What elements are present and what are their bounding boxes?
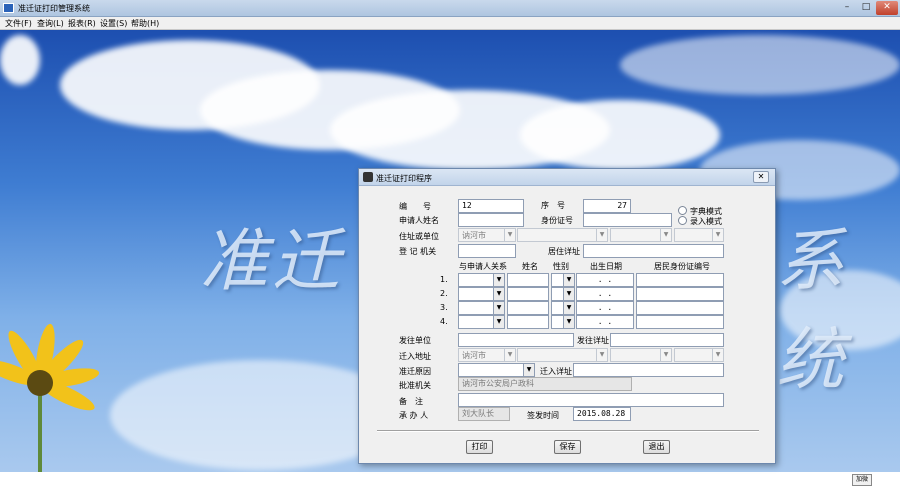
registry-field[interactable]: [458, 244, 516, 258]
address-district-select[interactable]: ▼: [517, 228, 608, 242]
menu-file[interactable]: 文件(F): [5, 18, 32, 29]
gender-select[interactable]: ▼: [551, 301, 575, 315]
birthdate-field[interactable]: . .: [576, 273, 634, 287]
relation-select[interactable]: ▼: [458, 301, 505, 315]
col-id-number: 居民身份证编号: [654, 262, 710, 271]
col-name: 姓名: [522, 262, 538, 271]
row-number: 2.: [440, 289, 448, 298]
move-in-town-select[interactable]: ▼: [610, 348, 672, 362]
address-village-select[interactable]: ▼: [674, 228, 724, 242]
dialog-title-bar: 准迁证打印程序 ✕: [359, 169, 775, 186]
col-birthdate: 出生日期: [590, 262, 622, 271]
move-in-district-select[interactable]: ▼: [517, 348, 608, 362]
issue-time-label: 签发时间: [527, 411, 559, 420]
close-button[interactable]: ✕: [876, 1, 898, 15]
reason-select[interactable]: ▼: [458, 363, 535, 377]
handler-field[interactable]: 刘大队长: [458, 407, 510, 421]
registry-label: 登 记 机关: [399, 247, 437, 256]
gender-select[interactable]: ▼: [551, 287, 575, 301]
relation-select[interactable]: ▼: [458, 287, 505, 301]
dict-mode-radio[interactable]: [678, 206, 687, 215]
exit-button[interactable]: 退出: [643, 440, 670, 454]
col-relation: 与申请人关系: [459, 262, 507, 271]
address-city-select[interactable]: 讷河市 ▼: [458, 228, 516, 242]
remarks-label: 备 注: [399, 397, 423, 406]
birthdate-field[interactable]: . .: [576, 301, 634, 315]
print-dialog: 准迁证打印程序 ✕ 编 号 12 序 号 27 字典模式 录入模式 申请人姓名 …: [358, 168, 776, 464]
xuhao-field[interactable]: 27: [583, 199, 631, 213]
move-in-detail-field[interactable]: [573, 363, 724, 377]
member-id-field[interactable]: [636, 287, 724, 301]
save-button[interactable]: 保存: [554, 440, 581, 454]
origin-unit-label: 发往单位: [399, 336, 431, 345]
minimize-button[interactable]: –: [838, 1, 856, 15]
row-number: 3.: [440, 303, 448, 312]
applicant-name-field[interactable]: [458, 213, 524, 227]
background-title-left: 准迁: [200, 222, 345, 301]
reason-label: 准迁原因: [399, 367, 431, 376]
dialog-title: 准迁证打印程序: [376, 174, 432, 183]
menu-help[interactable]: 帮助(H): [131, 18, 159, 29]
member-name-field[interactable]: [507, 301, 549, 315]
input-mode-label: 录入模式: [690, 217, 722, 226]
col-gender: 性别: [553, 262, 569, 271]
approval-label: 批准机关: [399, 381, 431, 390]
move-in-village-select[interactable]: ▼: [674, 348, 724, 362]
bianhao-label: 编 号: [399, 202, 431, 211]
relation-select[interactable]: ▼: [458, 273, 505, 287]
background-title-right: 系统: [776, 222, 849, 400]
main-window-title: 准迁证打印管理系统: [18, 4, 90, 13]
applicant-name-label: 申请人姓名: [399, 216, 439, 225]
printer-icon: [363, 172, 373, 182]
member-id-field[interactable]: [636, 315, 724, 329]
relation-select[interactable]: ▼: [458, 315, 505, 329]
id-number-label: 身份证号: [541, 216, 573, 225]
gender-select[interactable]: ▼: [551, 315, 575, 329]
status-indicator: 加微: [852, 474, 872, 486]
main-title-bar: 准迁证打印管理系统 – □ ✕: [0, 0, 900, 17]
member-name-field[interactable]: [507, 315, 549, 329]
xuhao-label: 序 号: [541, 201, 565, 210]
app-icon: [3, 3, 14, 13]
residence-detail-field[interactable]: [583, 244, 724, 258]
maximize-button[interactable]: □: [857, 1, 875, 15]
divider: [377, 430, 759, 432]
member-id-field[interactable]: [636, 301, 724, 315]
move-in-detail-label: 迁入详址: [540, 367, 572, 376]
member-name-field[interactable]: [507, 287, 549, 301]
move-in-city-select[interactable]: 讷河市 ▼: [458, 348, 516, 362]
address-town-select[interactable]: ▼: [610, 228, 672, 242]
menu-bar: 文件(F) 查询(L) 报表(R) 设置(S) 帮助(H): [0, 17, 900, 30]
origin-detail-label: 发往详址: [577, 336, 609, 345]
move-in-label: 迁入地址: [399, 352, 431, 361]
handler-label: 承 办 人: [399, 411, 429, 420]
id-number-field[interactable]: [583, 213, 672, 227]
birthdate-field[interactable]: . .: [576, 315, 634, 329]
origin-detail-field[interactable]: [610, 333, 724, 347]
print-button[interactable]: 打印: [466, 440, 493, 454]
input-mode-radio[interactable]: [678, 216, 687, 225]
dialog-close-button[interactable]: ✕: [753, 171, 769, 183]
member-id-field[interactable]: [636, 273, 724, 287]
bianhao-field[interactable]: 12: [458, 199, 524, 213]
row-number: 1.: [440, 275, 448, 284]
residence-detail-label: 居住详址: [548, 247, 580, 256]
menu-report[interactable]: 报表(R): [68, 18, 96, 29]
row-number: 4.: [440, 317, 448, 326]
approval-field[interactable]: 讷河市公安局户政科: [458, 377, 632, 391]
remarks-field[interactable]: [458, 393, 724, 407]
status-bar: 加微: [0, 472, 900, 494]
menu-settings[interactable]: 设置(S): [100, 18, 127, 29]
address-label: 住址或单位: [399, 232, 439, 241]
member-name-field[interactable]: [507, 273, 549, 287]
issue-time-field[interactable]: 2015.08.28: [573, 407, 631, 421]
gender-select[interactable]: ▼: [551, 273, 575, 287]
menu-query[interactable]: 查询(L): [37, 18, 64, 29]
birthdate-field[interactable]: . .: [576, 287, 634, 301]
origin-unit-field[interactable]: [458, 333, 574, 347]
